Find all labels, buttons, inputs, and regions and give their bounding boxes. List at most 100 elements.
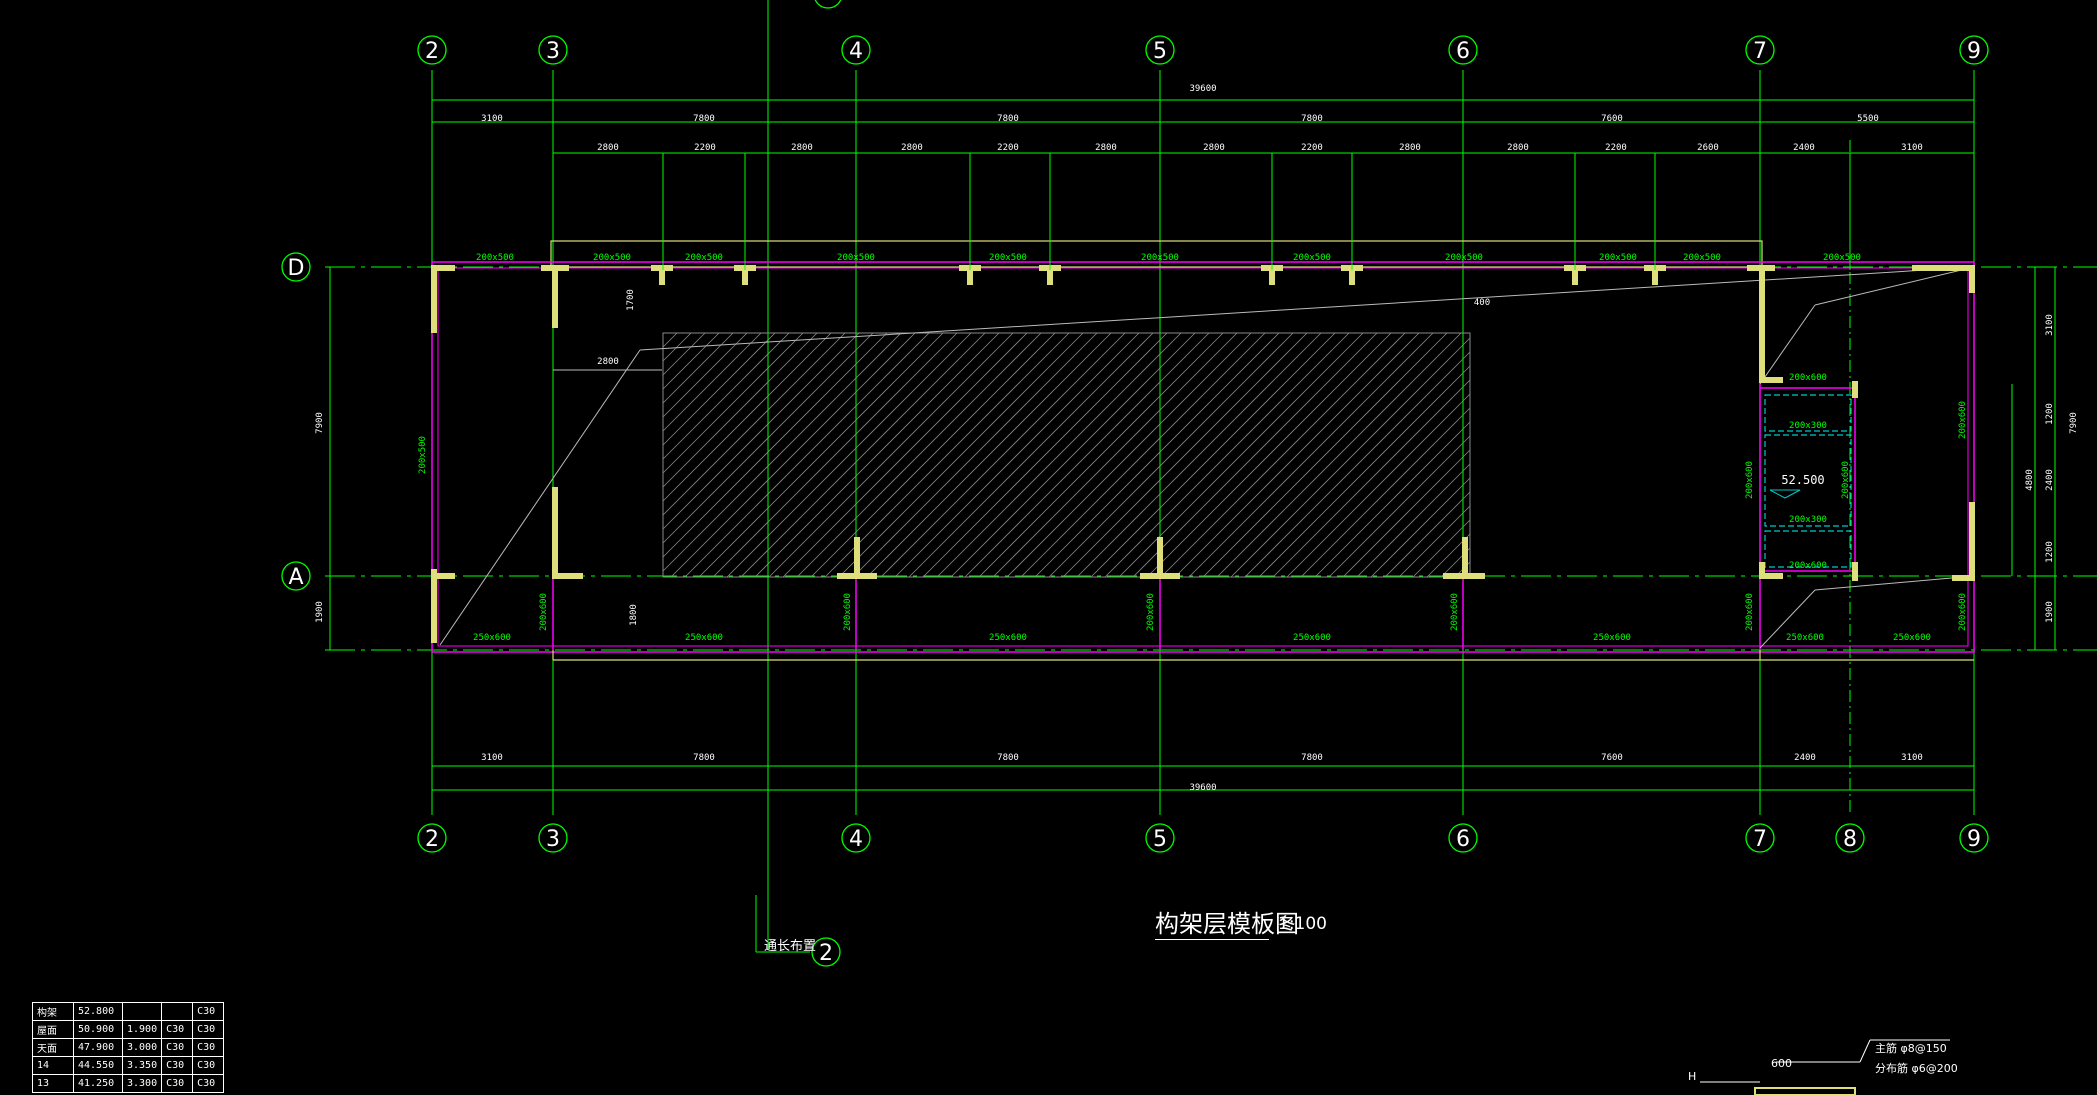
hatch-line xyxy=(662,332,888,558)
dim-top-sub-label: 2800 xyxy=(1399,143,1421,153)
detail-label-dist: 分布筋 φ6@200 xyxy=(1875,1062,1958,1075)
column-2A xyxy=(431,569,455,643)
level-table-cell: 3.000 xyxy=(121,1038,163,1057)
beam-inner-outline xyxy=(437,267,1969,647)
hatch-line xyxy=(1398,505,1471,578)
column-top-1 xyxy=(734,265,756,285)
dim-top-total-label: 39600 xyxy=(1189,84,1216,94)
level-table-row: 13 41.250 3.300 C30 C30 xyxy=(32,1074,225,1093)
beam-label-bottom: 250x600 xyxy=(1293,633,1331,643)
hatch-line xyxy=(838,332,1084,578)
hatch-line xyxy=(1076,332,1322,578)
beam-label-vert: 200x600 xyxy=(1841,461,1851,499)
level-table-cell: 3.300 xyxy=(121,1074,163,1093)
hatch-line xyxy=(1202,332,1448,578)
hatch-line xyxy=(1188,332,1434,578)
hatch-line xyxy=(908,332,1154,578)
level-table-cell: 41.250 xyxy=(73,1074,123,1093)
beam-label-top: 200x500 xyxy=(1445,253,1483,263)
level-table-cell: C30 xyxy=(161,1020,194,1039)
hatch-line xyxy=(1006,332,1252,578)
column-top-0 xyxy=(651,265,673,285)
hatch-line xyxy=(1216,332,1462,578)
hatch-line xyxy=(670,332,916,578)
hatch-line xyxy=(978,332,1224,578)
hatch-line xyxy=(1174,332,1420,578)
axis-bubble-top-7: 7 xyxy=(1753,39,1767,64)
beam-label-vert: 200x500 xyxy=(418,436,428,474)
axis-bubble-top-2: 2 xyxy=(425,39,439,64)
hatch-line xyxy=(662,332,902,572)
hatch-line xyxy=(936,332,1182,578)
hatch-line xyxy=(768,332,1014,578)
dim-right-label: 1200 xyxy=(2045,541,2055,563)
hatch-line xyxy=(1272,379,1471,578)
hatch-line xyxy=(1342,449,1471,578)
drawing-scale: 1:100 xyxy=(1278,914,1327,934)
axis-bubble-bottom-6: 6 xyxy=(1456,827,1470,852)
level-table-cell: C30 xyxy=(161,1056,194,1075)
level-table-cell: C30 xyxy=(192,1038,225,1057)
slope-line-4 xyxy=(1814,266,1975,306)
axis-bubble-top-4: 4 xyxy=(849,39,863,64)
hatch-line xyxy=(662,332,776,446)
level-table-cell xyxy=(121,1002,163,1021)
hatch-line xyxy=(662,332,846,516)
beam-label-bottom: 250x600 xyxy=(1893,633,1931,643)
hatch-line xyxy=(1244,351,1471,578)
hatch-line xyxy=(662,332,706,376)
level-table-cell: C30 xyxy=(192,1056,225,1075)
dim-top-sub-label: 2200 xyxy=(1301,143,1323,153)
drawing-canvas: 2 3 4 5 6 7 9 2 3 4 5 6 7 8 9 D A 2 39600 3100 7800 7800 7800… xyxy=(281,0,2097,1095)
dimension-lines xyxy=(329,99,2056,1095)
dim-top-sub-label: 3100 xyxy=(1901,143,1923,153)
column-3D xyxy=(541,265,569,328)
dim-top-sub-label: 2800 xyxy=(597,143,619,153)
dim-top-span-label: 7600 xyxy=(1601,114,1623,124)
hatch-border xyxy=(662,332,1471,578)
dim-top-sub-label: 2800 xyxy=(1507,143,1529,153)
dim-bot-span-label: 7800 xyxy=(997,753,1019,763)
hatch-line xyxy=(662,332,734,404)
hatched-opening xyxy=(662,332,1471,578)
dim-top-sub-label: 2400 xyxy=(1793,143,1815,153)
beam-label-vert: 200x600 xyxy=(1958,593,1968,631)
beam-label-top: 200x500 xyxy=(1683,253,1721,263)
level-table-cell: 天面 xyxy=(32,1038,74,1057)
beam-label-vert: 200x600 xyxy=(539,593,549,631)
level-table-cell: 3.350 xyxy=(121,1056,163,1075)
column-top-3 xyxy=(1039,265,1061,285)
axis-bubble-note: 2 xyxy=(819,941,833,966)
axis-bubble-D: D xyxy=(288,256,305,281)
dim-top-sub-label: 2800 xyxy=(791,143,813,153)
dim-bot-span-label: 3100 xyxy=(481,753,503,763)
beam-label-top: 200x500 xyxy=(476,253,514,263)
hatch-line xyxy=(698,332,944,578)
beam-label-top: 200x500 xyxy=(1599,253,1637,263)
slope-line-2 xyxy=(639,266,1975,351)
hatch-line xyxy=(662,332,790,460)
dim-misc-label: 1800 xyxy=(629,604,639,626)
column-top-5 xyxy=(1341,265,1363,285)
hatch-line xyxy=(662,332,818,488)
axis-bubble-top-3: 3 xyxy=(546,39,560,64)
hatch-line xyxy=(922,332,1168,578)
hatch-line xyxy=(1328,435,1471,578)
beam-label-vert: 200x600 xyxy=(1958,401,1968,439)
hatch-line xyxy=(740,332,986,578)
hatch-line xyxy=(1356,463,1471,578)
hatch-line xyxy=(712,332,958,578)
hatch-line xyxy=(1146,332,1392,578)
axis-bubble-A: A xyxy=(288,565,303,590)
level-table-cell: C30 xyxy=(192,1020,225,1039)
dim-top-sub-label: 2600 xyxy=(1697,143,1719,153)
level-table-cell: 47.900 xyxy=(73,1038,123,1057)
dim-right-label: 1900 xyxy=(2045,601,2055,623)
title-underline xyxy=(1155,939,1269,940)
detail-h: H xyxy=(1688,1070,1697,1083)
dim-bot-total-label: 39600 xyxy=(1189,783,1216,793)
dim-bot-span-label: 3100 xyxy=(1901,753,1923,763)
beam-label-top: 200x500 xyxy=(1293,253,1331,263)
dim-right-label: 1200 xyxy=(2045,403,2055,425)
detail-label-main: 主筋 φ8@150 xyxy=(1875,1042,1947,1055)
